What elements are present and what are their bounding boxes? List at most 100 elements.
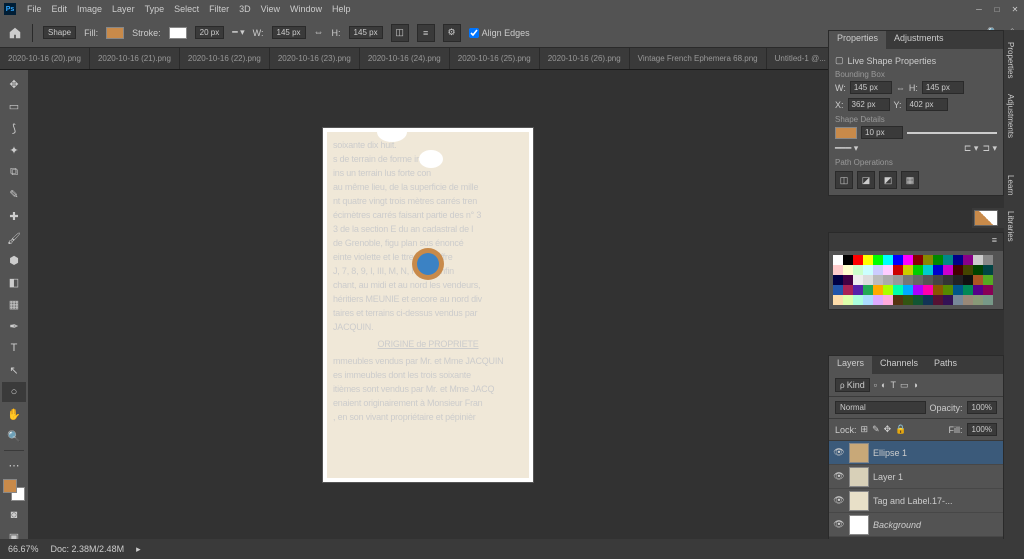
eyedropper-tool[interactable]: ✎ [2,184,26,204]
canvas[interactable]: soixante dix huit. s de terrain de forme… [28,70,828,539]
path-op-subtract[interactable]: ◪ [857,171,875,189]
swatch[interactable] [853,255,863,265]
tab-layers[interactable]: Layers [829,356,872,374]
swatch[interactable] [933,265,943,275]
heal-tool[interactable]: ✚ [2,206,26,226]
swatch[interactable] [943,275,953,285]
swatch[interactable] [983,265,993,275]
swatch[interactable] [863,265,873,275]
swatch[interactable] [973,295,983,305]
path-op-intersect[interactable]: ◩ [879,171,897,189]
swatch[interactable] [913,265,923,275]
swatch[interactable] [923,265,933,275]
swatch[interactable] [853,295,863,305]
swatch[interactable] [953,255,963,265]
layer-row[interactable]: 👁Background [829,513,1003,537]
swatch[interactable] [963,285,973,295]
menu-filter[interactable]: Filter [204,4,234,14]
lasso-tool[interactable]: ⟆ [2,118,26,138]
strip-learn[interactable]: Learn [1004,167,1024,203]
visibility-icon[interactable]: 👁 [833,447,845,458]
tab-adjustments[interactable]: Adjustments [886,31,952,49]
stroke-width-input[interactable]: 20 px [195,26,225,39]
minimize-button[interactable]: ─ [974,4,984,14]
visibility-icon[interactable]: 👁 [833,495,845,506]
swatch[interactable] [843,285,853,295]
swatch[interactable] [843,255,853,265]
menu-help[interactable]: Help [327,4,356,14]
swatch[interactable] [923,255,933,265]
document-tab[interactable]: 2020-10-16 (25).png [450,48,540,69]
swatch[interactable] [833,295,843,305]
path-op-exclude[interactable]: ▦ [901,171,919,189]
swatch[interactable] [983,285,993,295]
swatch[interactable] [863,255,873,265]
layer-row[interactable]: 👁Ellipse 1 [829,441,1003,465]
swatch[interactable] [983,255,993,265]
swatch[interactable] [913,255,923,265]
fill-swatch[interactable] [106,27,124,39]
swatch[interactable] [883,255,893,265]
width-input[interactable]: 145 px [272,26,306,39]
swatch[interactable] [953,275,963,285]
swatch[interactable] [943,295,953,305]
swatch[interactable] [953,285,963,295]
swatch[interactable] [903,285,913,295]
eraser-tool[interactable]: ◧ [2,272,26,292]
swatch[interactable] [843,265,853,275]
document-tab[interactable]: 2020-10-16 (21).png [90,48,180,69]
swatch[interactable] [843,275,853,285]
swatch[interactable] [853,275,863,285]
path-op-combine[interactable]: ◫ [835,171,853,189]
pen-tool[interactable]: ✒ [2,316,26,336]
swatch[interactable] [913,285,923,295]
color-picker[interactable] [3,479,25,501]
swatch[interactable] [893,295,903,305]
quick-mask[interactable]: ◙ [2,505,26,525]
tab-channels[interactable]: Channels [872,356,926,374]
swatch[interactable] [933,295,943,305]
swatch[interactable] [903,275,913,285]
prop-y[interactable]: 402 px [906,98,948,111]
swatch[interactable] [963,255,973,265]
menu-3d[interactable]: 3D [234,4,256,14]
swatch[interactable] [933,285,943,295]
align-edges-checkbox[interactable]: Align Edges [469,28,530,38]
tab-paths[interactable]: Paths [926,356,965,374]
swatch[interactable] [893,255,903,265]
swatch[interactable] [963,275,973,285]
swatch[interactable] [883,295,893,305]
prop-width[interactable]: 145 px [850,81,892,94]
swatch[interactable] [973,255,983,265]
visibility-icon[interactable]: 👁 [833,519,845,530]
swatch[interactable] [883,275,893,285]
home-icon[interactable] [8,26,22,40]
swatch[interactable] [913,275,923,285]
stroke-swatch[interactable] [169,27,187,39]
swatch[interactable] [923,285,933,295]
swatch[interactable] [863,285,873,295]
swatch[interactable] [873,275,883,285]
height-input[interactable]: 145 px [349,26,383,39]
hand-tool[interactable]: ✋ [2,404,26,424]
swatch[interactable] [873,285,883,295]
swatch[interactable] [943,265,953,275]
swatch[interactable] [953,295,963,305]
crop-tool[interactable]: ⧉ [2,162,26,182]
swatch[interactable] [953,265,963,275]
blend-mode[interactable]: Normal [835,401,926,414]
gear-icon[interactable]: ⚙ [443,24,461,42]
wand-tool[interactable]: ✦ [2,140,26,160]
swatch[interactable] [983,295,993,305]
swatch[interactable] [893,275,903,285]
strip-libraries[interactable]: Libraries [1004,203,1024,250]
close-button[interactable]: ✕ [1010,4,1020,14]
tool-mode-select[interactable]: Shape [43,26,76,39]
opacity-input[interactable]: 100% [967,401,997,414]
menu-select[interactable]: Select [169,4,204,14]
document-tab[interactable]: 2020-10-16 (23).png [270,48,360,69]
swatch[interactable] [943,255,953,265]
zoom-tool[interactable]: 🔍 [2,426,26,446]
edit-toolbar[interactable]: ⋯ [2,455,26,475]
swatch[interactable] [873,255,883,265]
